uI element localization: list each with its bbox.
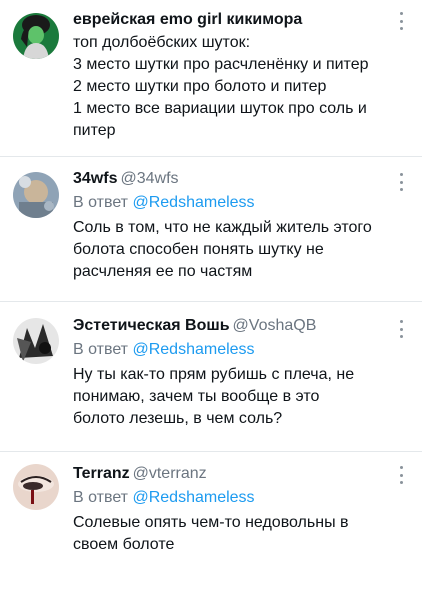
more-options-icon[interactable] bbox=[394, 318, 408, 340]
avatar[interactable] bbox=[13, 172, 59, 218]
tweet[interactable]: 34wfs @34wfs В ответ @Redshameless Соль в… bbox=[0, 157, 422, 302]
more-options-icon[interactable] bbox=[394, 10, 408, 32]
reply-mention-link[interactable]: @Redshameless bbox=[132, 489, 254, 506]
more-options-icon[interactable] bbox=[394, 171, 408, 193]
reply-mention-link[interactable]: @Redshameless bbox=[132, 194, 254, 211]
display-name[interactable]: Terranz bbox=[73, 465, 130, 482]
tweet-text-line: Соль в том, что не каждый житель этого bbox=[73, 219, 372, 236]
tweet-header: Эстетическая Вошь @VoshaQB bbox=[73, 316, 386, 336]
tweet-text-line: своем болоте bbox=[73, 536, 175, 553]
reply-mention-link[interactable]: @Redshameless bbox=[132, 341, 254, 358]
reply-context: В ответ @Redshameless bbox=[73, 488, 386, 508]
reply-context: В ответ @Redshameless bbox=[73, 193, 386, 213]
display-name[interactable]: 34wfs bbox=[73, 170, 117, 187]
tweet-text-line: болото лезешь, в чем соль? bbox=[73, 410, 283, 427]
tweet-text: Солевые опять чем-то недовольны в своем … bbox=[73, 512, 386, 556]
tweet-header: 34wfs @34wfs bbox=[73, 169, 386, 189]
user-handle[interactable]: @34wfs bbox=[120, 170, 178, 187]
avatar[interactable] bbox=[13, 464, 59, 510]
tweet-text-line: расчленяя ее по частям bbox=[73, 263, 253, 280]
reply-context: В ответ @Redshameless bbox=[73, 340, 386, 360]
more-options-icon[interactable] bbox=[394, 464, 408, 486]
reply-prefix: В ответ bbox=[73, 194, 129, 211]
tweet-text-line: питер bbox=[73, 122, 116, 139]
tweet[interactable]: Terranz @vterranz В ответ @Redshameless С… bbox=[0, 452, 422, 604]
reply-prefix: В ответ bbox=[73, 489, 129, 506]
tweet-text-line: Солевые опять чем-то недовольны в bbox=[73, 514, 349, 531]
reply-thread: еврейская emo girl кикимора топ долбоёбс… bbox=[0, 0, 422, 604]
user-handle[interactable]: @vterranz bbox=[133, 465, 207, 482]
display-name[interactable]: еврейская emo girl кикимора bbox=[73, 11, 302, 28]
tweet[interactable]: еврейская emo girl кикимора топ долбоёбс… bbox=[0, 0, 422, 157]
tweet-text: Соль в том, что не каждый житель этого б… bbox=[73, 217, 386, 283]
reply-prefix: В ответ bbox=[73, 341, 129, 358]
display-name[interactable]: Эстетическая Вошь bbox=[73, 317, 230, 334]
avatar[interactable] bbox=[13, 318, 59, 364]
tweet[interactable]: Эстетическая Вошь @VoshaQB В ответ @Redsh… bbox=[0, 302, 422, 452]
user-handle[interactable]: @VoshaQB bbox=[233, 317, 317, 334]
avatar[interactable] bbox=[13, 13, 59, 59]
tweet-text-line: 1 место все вариации шуток про соль и bbox=[73, 100, 367, 117]
tweet-text-line: болота способен понять шутку не bbox=[73, 241, 324, 258]
tweet-header: Terranz @vterranz bbox=[73, 464, 386, 484]
tweet-header: еврейская emo girl кикимора bbox=[73, 10, 386, 30]
tweet-text-line: 3 место шутки про расчленёнку и питер bbox=[73, 56, 369, 73]
tweet-text: Ну ты как-то прям рубишь с плеча, не пон… bbox=[73, 364, 386, 430]
tweet-text-line: понимаю, зачем ты вообще в это bbox=[73, 388, 320, 405]
tweet-text-line: топ долбоёбских шуток: bbox=[73, 34, 251, 51]
tweet-text-line: Ну ты как-то прям рубишь с плеча, не bbox=[73, 366, 355, 383]
tweet-text: топ долбоёбских шуток: 3 место шутки про… bbox=[73, 32, 386, 142]
tweet-text-line: 2 место шутки про болото и питер bbox=[73, 78, 327, 95]
